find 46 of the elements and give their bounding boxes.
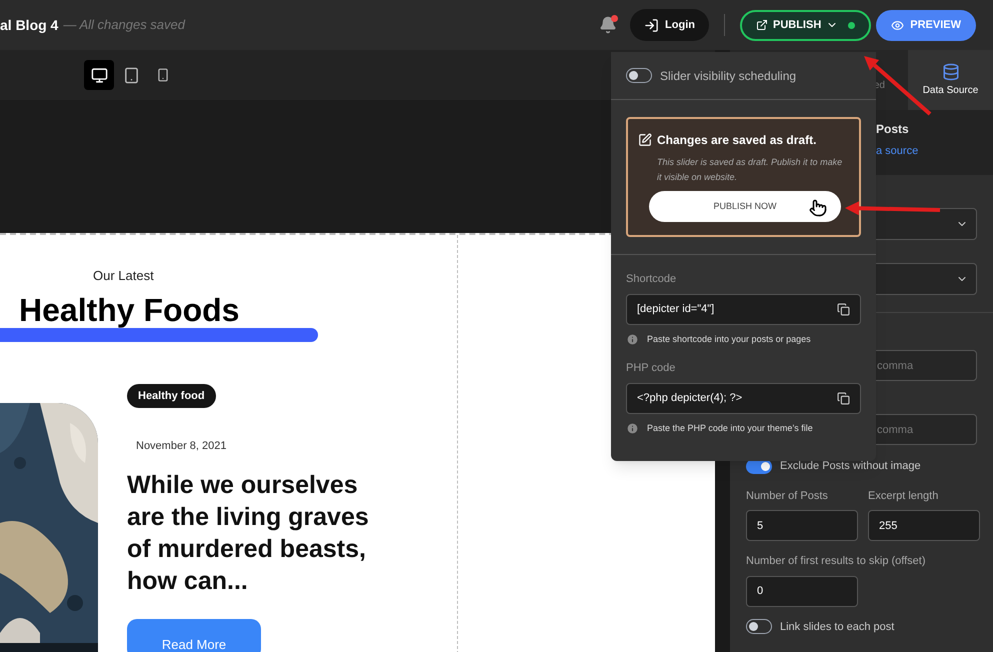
field-label: Number of Posts: [746, 488, 829, 504]
toggle-label: Slider visibility scheduling: [660, 68, 796, 84]
category-tag: Healthy food: [127, 384, 216, 408]
read-more-button[interactable]: Read More: [127, 618, 261, 652]
desktop-view-icon[interactable]: [84, 60, 114, 90]
copy-icon[interactable]: [837, 392, 850, 404]
field-hint: Paste the PHP code into your theme’s file: [647, 422, 813, 435]
eye-icon: [891, 18, 904, 32]
field-label: Shortcode: [626, 272, 678, 287]
external-link-icon: [756, 19, 768, 31]
draft-description: This slider is saved as draft. Publish it to make it visible on website.: [657, 156, 844, 184]
save-status: — All changes saved: [63, 16, 185, 34]
project-title: al Blog 4: [0, 16, 58, 35]
number-input[interactable]: 0: [746, 576, 858, 606]
info-icon: [626, 422, 639, 435]
toggle-label: Exclude Posts without image: [780, 459, 921, 474]
code-field[interactable]: [depicter id="4"]: [626, 294, 861, 324]
change-source-link[interactable]: a source: [876, 143, 993, 160]
database-icon: [942, 62, 960, 80]
field-hint: Paste shortcode into your posts or pages: [647, 332, 811, 346]
field-label: PHP code: [626, 361, 676, 376]
draft-title: Changes are saved as draft.: [657, 132, 816, 149]
section-heading: Healthy Foods: [19, 292, 240, 328]
copy-icon[interactable]: [837, 302, 850, 316]
preview-button[interactable]: PREVIEW: [876, 10, 976, 40]
toggle-switch[interactable]: [626, 68, 652, 83]
hand-cursor-icon: [809, 199, 827, 217]
source-title: Posts: [876, 121, 910, 138]
publish-button[interactable]: PUBLISH: [740, 10, 872, 40]
sidebar-tab[interactable]: Data Source: [908, 50, 993, 110]
field-label: Excerpt length: [868, 488, 940, 504]
post-title: While we ourselves are the living graves of murdered beasts, how can...: [127, 470, 370, 596]
number-input[interactable]: 5: [746, 510, 858, 541]
login-button[interactable]: Login: [630, 9, 709, 41]
publish-now-button[interactable]: PUBLISH NOW: [649, 191, 841, 222]
login-icon: [644, 18, 660, 32]
post-date: November 8, 2021: [136, 439, 226, 454]
toggle-switch[interactable]: [746, 619, 772, 634]
toggle-label: Link slides to each post: [780, 620, 894, 634]
notification-bell-icon[interactable]: [599, 16, 618, 34]
number-input[interactable]: 255: [868, 510, 980, 541]
code-field[interactable]: <?php depicter(4); ?>: [626, 382, 861, 414]
section-eyebrow: Our Latest: [93, 267, 155, 285]
field-label: Number of first results to skip (offset): [746, 554, 927, 569]
info-icon: [626, 332, 639, 346]
edit-icon: [638, 133, 652, 147]
